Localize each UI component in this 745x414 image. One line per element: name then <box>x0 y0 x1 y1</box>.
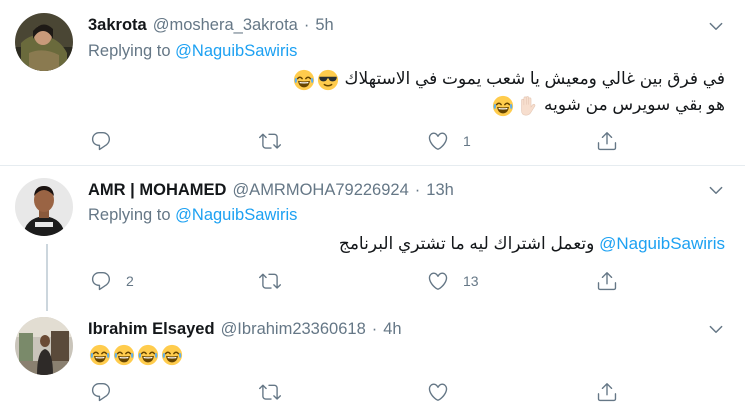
replying-to: Replying to @NaguibSawiris <box>88 206 297 225</box>
tweet-header: AMR | MOHAMED @AMRMOHA79226924 · 13h <box>88 179 454 201</box>
replying-to-mention[interactable]: @NaguibSawiris <box>175 42 297 60</box>
tweet-actions: 2 13 <box>88 269 648 293</box>
share-icon <box>596 130 618 152</box>
retweet-icon <box>259 381 281 403</box>
retweet-icon <box>259 130 281 152</box>
reply-button[interactable] <box>90 129 126 153</box>
retweet-button[interactable] <box>259 380 295 404</box>
share-icon <box>596 381 618 403</box>
share-button[interactable] <box>596 380 618 404</box>
tweet-actions: 1 <box>88 129 648 153</box>
reply-icon <box>90 130 112 152</box>
retweet-button[interactable] <box>259 129 295 153</box>
tweet-text: @NaguibSawiris وتعمل اشتراك ليه ما تشتري… <box>88 231 725 257</box>
thread-line <box>46 244 48 311</box>
user-handle[interactable]: @moshera_3akrota <box>153 16 298 35</box>
user-handle[interactable]: @AMRMOHA79226924 <box>232 181 408 200</box>
reply-icon <box>90 381 112 403</box>
separator-dot: · <box>371 319 378 338</box>
replying-to-mention[interactable]: @NaguibSawiris <box>175 206 297 224</box>
avatar-image <box>15 178 73 236</box>
avatar[interactable] <box>15 317 73 375</box>
separator-dot: · <box>414 180 421 199</box>
display-name[interactable]: AMR | MOHAMED <box>88 181 226 200</box>
tweet-text: في فرق بين غالي ومعيش يا شعب يموت في الا… <box>88 66 725 118</box>
tweet-1[interactable]: 3akrota @moshera_3akrota · 5h Replying t… <box>0 0 745 165</box>
laughing-emoji <box>89 344 111 366</box>
like-count: 13 <box>463 273 479 289</box>
tweet-text-line-1: في فرق بين غالي ومعيش يا شعب يموت في الا… <box>88 66 725 92</box>
display-name[interactable]: Ibrahim Elsayed <box>88 320 215 339</box>
share-button[interactable] <box>596 269 618 293</box>
replying-to: Replying to @NaguibSawiris <box>88 42 297 61</box>
replying-to-label: Replying to <box>88 206 171 224</box>
timestamp[interactable]: 13h <box>426 181 454 200</box>
share-icon <box>596 270 618 292</box>
tweet-text-line-2-text: هو بقي سويرس من شويه <box>544 95 725 114</box>
user-handle[interactable]: @Ibrahim23360618 <box>221 320 366 339</box>
like-icon <box>427 130 449 152</box>
timestamp[interactable]: 5h <box>315 16 333 35</box>
chevron-down-icon[interactable] <box>707 320 725 338</box>
like-button[interactable]: 1 <box>427 129 471 153</box>
retweet-icon <box>259 270 281 292</box>
laughing-emoji <box>113 344 135 366</box>
retweet-button[interactable] <box>259 269 295 293</box>
like-button[interactable]: 13 <box>427 269 479 293</box>
laughing-emoji <box>293 69 315 91</box>
sunglasses-emoji <box>317 69 339 91</box>
like-count: 1 <box>463 133 471 149</box>
like-icon <box>427 270 449 292</box>
avatar[interactable] <box>15 178 73 236</box>
tweet-actions <box>88 380 648 404</box>
avatar-image <box>15 13 73 71</box>
reply-icon <box>90 270 112 292</box>
like-icon <box>427 381 449 403</box>
tweet-2[interactable]: AMR | MOHAMED @AMRMOHA79226924 · 13h Rep… <box>0 166 745 311</box>
like-button[interactable] <box>427 380 463 404</box>
tweet-text-line-1-text: في فرق بين غالي ومعيش يا شعب يموت في الا… <box>344 69 725 88</box>
laughing-emoji <box>161 344 183 366</box>
tweet-header: 3akrota @moshera_3akrota · 5h <box>88 14 334 36</box>
reply-button[interactable] <box>90 380 126 404</box>
laughing-emoji <box>492 95 514 117</box>
reply-count: 2 <box>126 273 134 289</box>
tweet-text <box>88 344 184 366</box>
tweet-3[interactable]: Ibrahim Elsayed @Ibrahim23360618 · 4h <box>0 311 745 414</box>
avatar[interactable] <box>15 13 73 71</box>
separator-dot: · <box>303 15 310 34</box>
avatar-image <box>15 317 73 375</box>
tweet-header: Ibrahim Elsayed @Ibrahim23360618 · 4h <box>88 318 402 340</box>
chevron-down-icon[interactable] <box>707 181 725 199</box>
tweet-mention[interactable]: @NaguibSawiris <box>599 234 725 253</box>
raised-hand-emoji <box>516 95 538 117</box>
reply-button[interactable]: 2 <box>90 269 134 293</box>
tweet-text-content: وتعمل اشتراك ليه ما تشتري البرنامج <box>338 234 595 253</box>
timestamp[interactable]: 4h <box>383 320 401 339</box>
replying-to-label: Replying to <box>88 42 171 60</box>
laughing-emoji <box>137 344 159 366</box>
display-name[interactable]: 3akrota <box>88 16 147 35</box>
share-button[interactable] <box>596 129 618 153</box>
chevron-down-icon[interactable] <box>707 17 725 35</box>
tweet-text-line-2: هو بقي سويرس من شويه <box>88 92 725 118</box>
